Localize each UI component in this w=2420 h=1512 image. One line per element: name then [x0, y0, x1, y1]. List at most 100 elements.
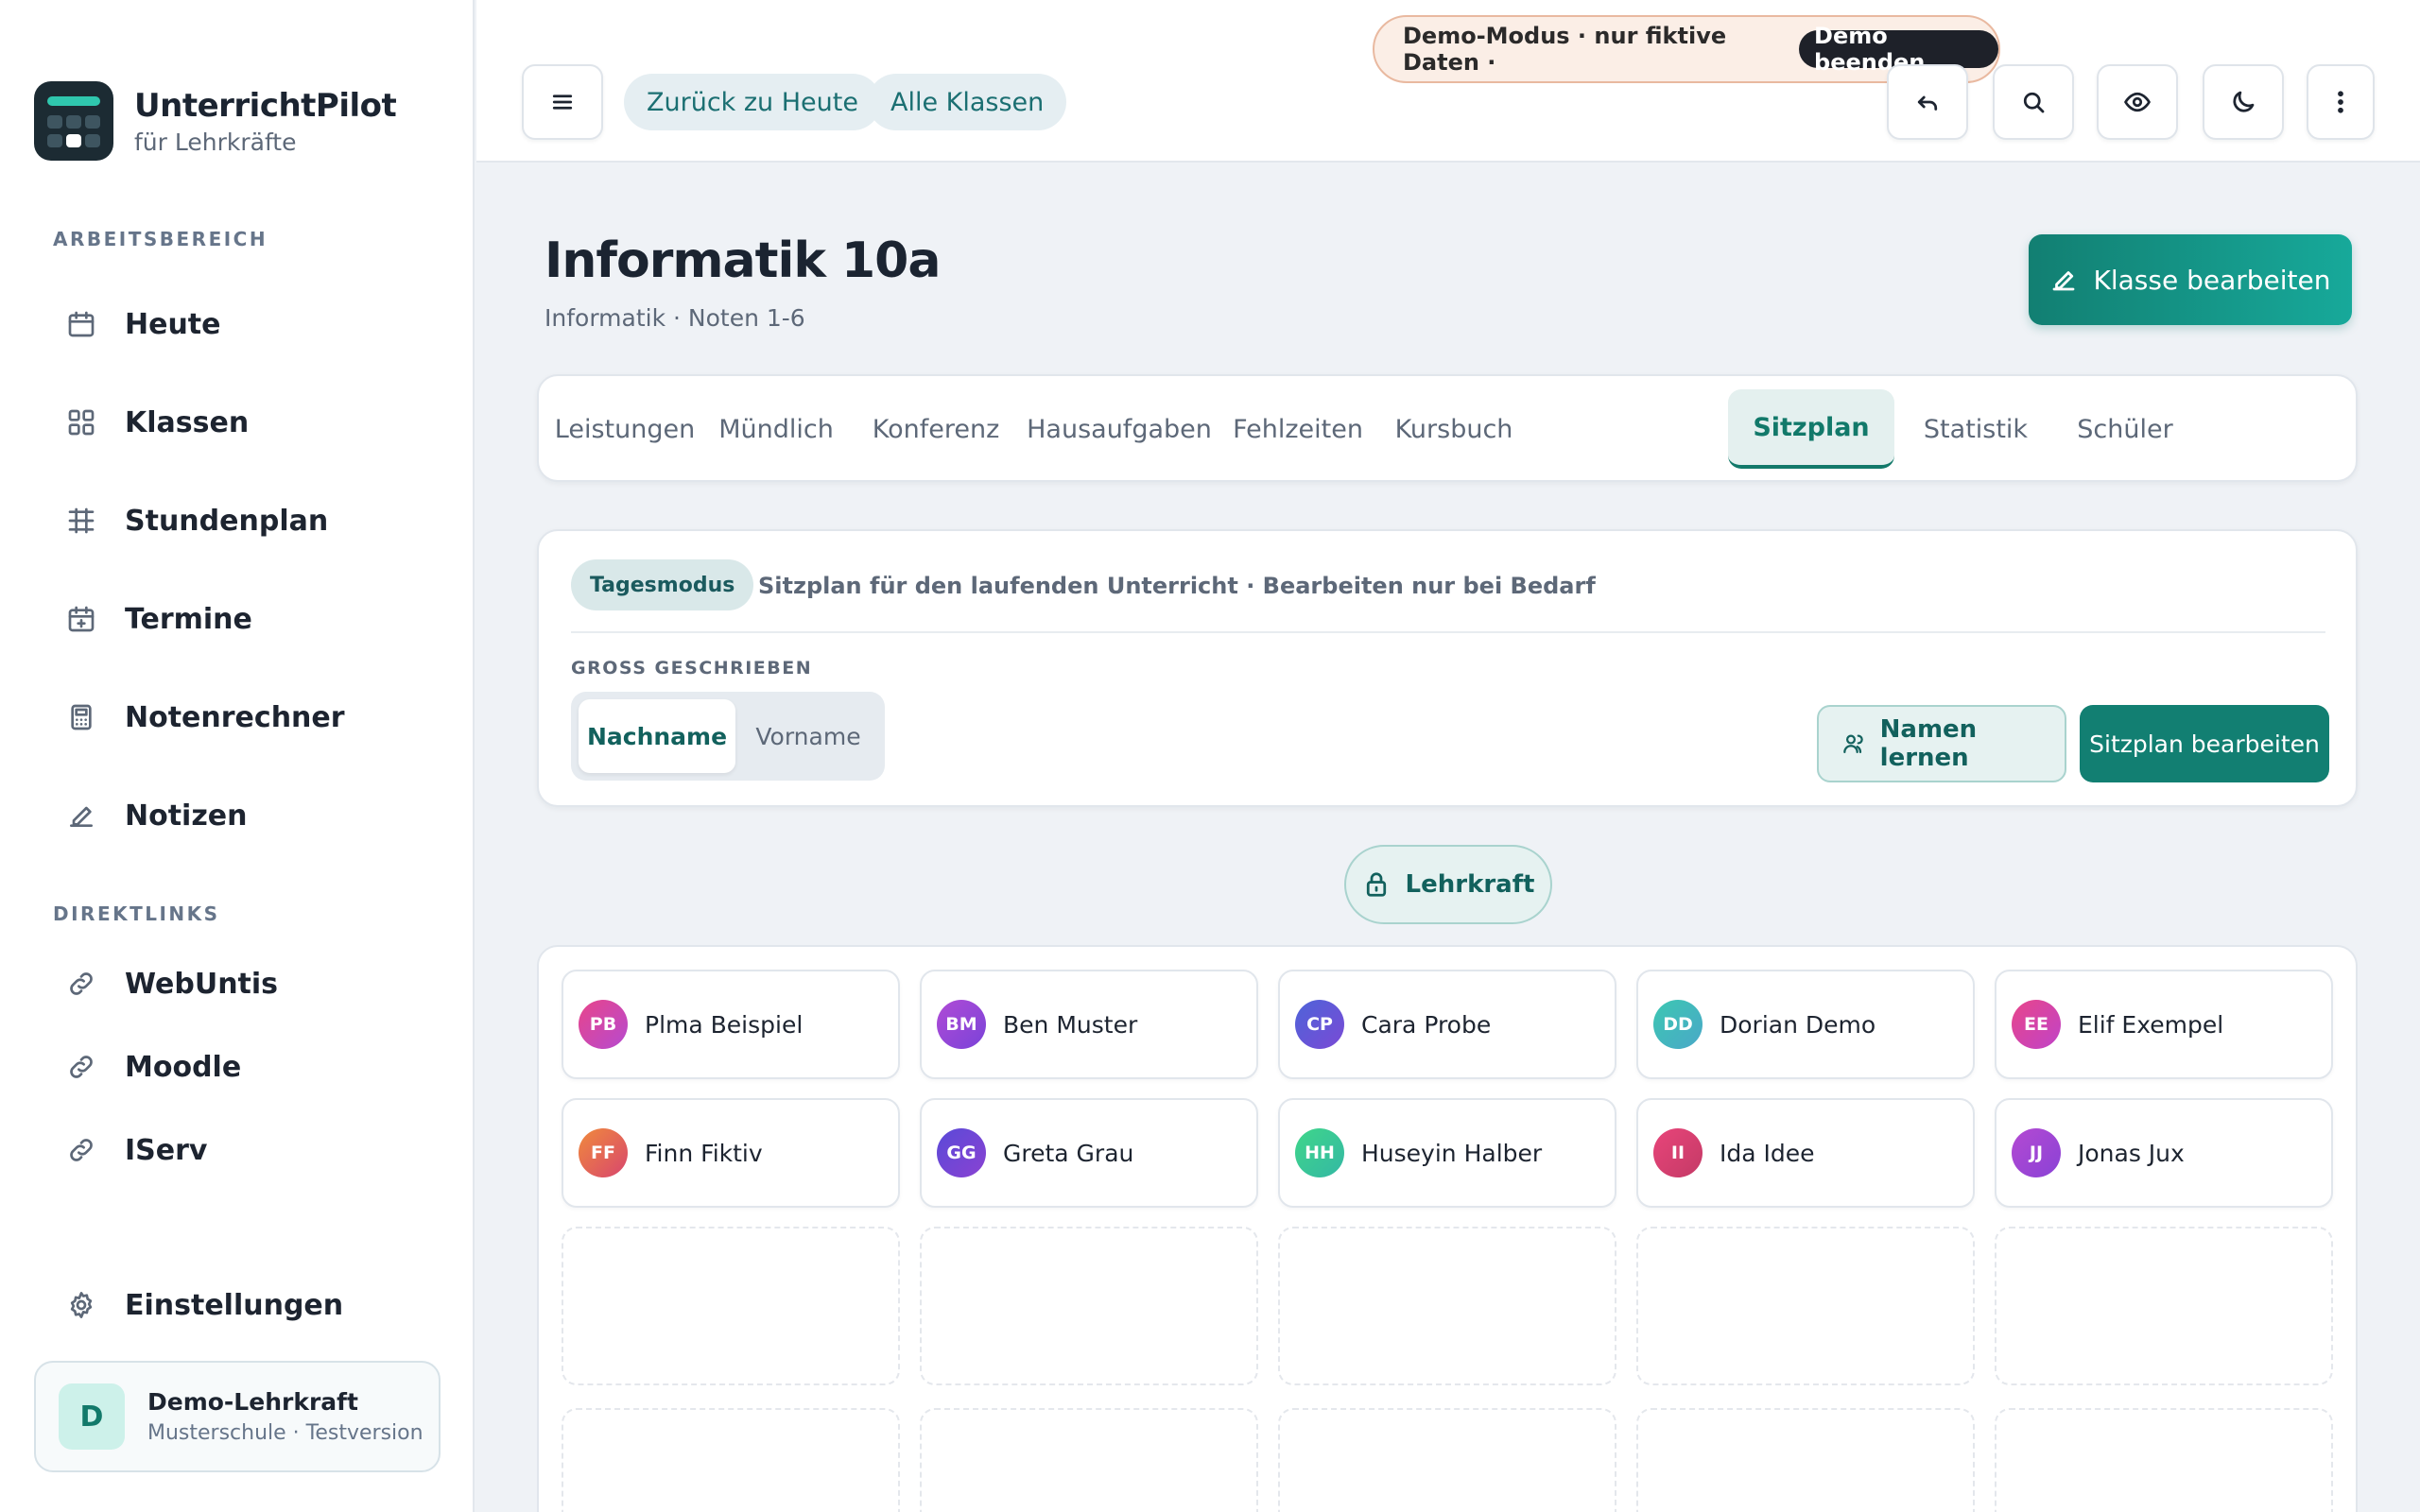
student-name: Ben Muster — [1003, 1010, 1138, 1039]
topbar: Zurück zu Heute Alle Klassen Demo-Modus … — [476, 0, 2420, 163]
empty-seat[interactable] — [1995, 1227, 2333, 1385]
sidebar-item-label: Notizen — [125, 799, 248, 833]
toggle-vorname[interactable]: Vorname — [737, 699, 879, 773]
empty-seat[interactable] — [562, 1408, 900, 1512]
empty-seat[interactable] — [920, 1408, 1258, 1512]
sidebar-item-label: Moodle — [125, 1050, 242, 1084]
more-button[interactable] — [2307, 64, 2375, 140]
sidebar-item-klassen[interactable]: Klassen — [34, 387, 441, 458]
sidebar-item-label: Notenrechner — [125, 700, 345, 734]
mode-description: Sitzplan für den laufenden Unterricht · … — [758, 573, 1596, 599]
sidebar-item-notenrechner[interactable]: Notenrechner — [34, 681, 441, 753]
calculator-icon — [64, 700, 98, 734]
sidebar-item-label: Einstellungen — [125, 1288, 344, 1322]
preview-button[interactable] — [2097, 64, 2178, 140]
sidebar-item-heute[interactable]: Heute — [34, 288, 441, 360]
empty-seat[interactable] — [1636, 1227, 1975, 1385]
empty-seat[interactable] — [1278, 1408, 1616, 1512]
seat-student[interactable]: JJ Jonas Jux — [1995, 1098, 2333, 1208]
sidebar-item-stundenplan[interactable]: Stundenplan — [34, 485, 441, 557]
sidebar-item-moodle[interactable]: Moodle — [34, 1031, 441, 1103]
tab-muendlich[interactable]: Mündlich — [707, 389, 845, 469]
empty-seat[interactable] — [1995, 1408, 2333, 1512]
calendar-plus-icon — [64, 602, 98, 636]
gear-icon — [64, 1288, 98, 1322]
undo-button[interactable] — [1887, 64, 1968, 140]
moon-icon — [2233, 91, 2255, 112]
seat-student[interactable]: BM Ben Muster — [920, 970, 1258, 1079]
student-avatar: CP — [1295, 1000, 1344, 1049]
teacher-desk[interactable]: Lehrkraft — [1344, 845, 1552, 924]
tab-hausaufgaben[interactable]: Hausaufgaben — [1027, 389, 1212, 469]
student-name: Ida Idee — [1720, 1139, 1815, 1167]
seat-student[interactable]: HH Huseyin Halber — [1278, 1098, 1616, 1208]
sidebar-item-label: Klassen — [125, 405, 250, 439]
lock-icon — [1366, 872, 1386, 897]
section-label-links: DIREKTLINKS — [53, 902, 220, 925]
sidebar-item-webuntis[interactable]: WebUntis — [34, 948, 441, 1020]
student-name: Dorian Demo — [1720, 1010, 1876, 1039]
seat-student[interactable]: II Ida Idee — [1636, 1098, 1975, 1208]
user-name: Demo-Lehrkraft — [147, 1388, 358, 1416]
sidebar-item-label: Termine — [125, 602, 252, 636]
seat-student[interactable]: GG Greta Grau — [920, 1098, 1258, 1208]
seating-controls: Tagesmodus Sitzplan für den laufenden Un… — [537, 529, 2358, 807]
sidebar-item-iserv[interactable]: IServ — [34, 1114, 441, 1186]
student-avatar: EE — [2012, 1000, 2061, 1049]
back-to-today-button[interactable]: Zurück zu Heute — [624, 74, 881, 130]
student-avatar: FF — [579, 1128, 628, 1177]
student-name: Finn Fiktiv — [645, 1139, 763, 1167]
seat-student[interactable]: FF Finn Fiktiv — [562, 1098, 900, 1208]
toggle-nachname[interactable]: Nachname — [579, 699, 735, 773]
end-demo-button[interactable]: Demo beenden — [1799, 23, 1998, 76]
tab-kursbuch[interactable]: Kursbuch — [1386, 389, 1522, 469]
tab-bar: Leistungen Mündlich Konferenz Hausaufgab… — [537, 374, 2358, 482]
learn-names-button[interactable]: Namen lernen — [1817, 705, 2066, 782]
student-name: Greta Grau — [1003, 1139, 1134, 1167]
tab-sitzplan[interactable]: Sitzplan — [1728, 389, 1894, 469]
mode-badge: Tagesmodus — [571, 559, 754, 610]
user-subtitle: Musterschule · Testversion — [147, 1421, 424, 1445]
page-subtitle: Informatik · Noten 1-6 — [544, 304, 805, 332]
divider — [571, 631, 2325, 633]
edit-seating-button[interactable]: Sitzplan bearbeiten — [2080, 705, 2329, 782]
empty-seat[interactable] — [920, 1227, 1258, 1385]
empty-seat[interactable] — [1278, 1227, 1616, 1385]
menu-button[interactable] — [522, 64, 603, 140]
student-avatar: BM — [937, 1000, 986, 1049]
tab-leistungen[interactable]: Leistungen — [555, 389, 695, 469]
sidebar-item-termine[interactable]: Termine — [34, 583, 441, 655]
grid-icon — [64, 405, 98, 439]
dark-mode-button[interactable] — [2203, 64, 2284, 140]
tab-schueler[interactable]: Schüler — [2061, 389, 2189, 469]
student-name: Jonas Jux — [2078, 1139, 2185, 1167]
timetable-icon — [64, 504, 98, 538]
sidebar-item-notizen[interactable]: Notizen — [34, 780, 441, 851]
seat-student[interactable]: EE Elif Exempel — [1995, 970, 2333, 1079]
all-classes-button[interactable]: Alle Klassen — [868, 74, 1067, 130]
search-button[interactable] — [1993, 64, 2074, 140]
undo-icon — [1917, 95, 1938, 111]
name-case-toggle: Nachname Vorname — [571, 692, 885, 781]
brand[interactable]: UnterrichtPilot für Lehrkräfte — [34, 81, 397, 161]
seat-student[interactable]: DD Dorian Demo — [1636, 970, 1975, 1079]
brand-name: UnterrichtPilot — [134, 86, 397, 125]
edit-class-button[interactable]: Klasse bearbeiten — [2029, 234, 2352, 325]
users-icon — [1843, 734, 1863, 753]
avatar: D — [59, 1383, 125, 1450]
student-avatar: HH — [1295, 1128, 1344, 1177]
pencil-icon — [2053, 271, 2075, 291]
student-name: Elif Exempel — [2078, 1010, 2224, 1039]
sidebar-item-einstellungen[interactable]: Einstellungen — [34, 1269, 441, 1341]
tab-fehlzeiten[interactable]: Fehlzeiten — [1229, 389, 1367, 469]
tab-konferenz[interactable]: Konferenz — [862, 389, 1010, 469]
empty-seat[interactable] — [562, 1227, 900, 1385]
seat-student[interactable]: CP Cara Probe — [1278, 970, 1616, 1079]
empty-seat[interactable] — [1636, 1408, 1975, 1512]
user-card[interactable]: D Demo-Lehrkraft Musterschule · Testvers… — [34, 1361, 441, 1472]
sidebar-item-label: Stundenplan — [125, 504, 329, 538]
sidebar: UnterrichtPilot für Lehrkräfte ARBEITSBE… — [0, 0, 475, 1512]
seat-student[interactable]: PB Plma Beispiel — [562, 970, 900, 1079]
tab-statistik[interactable]: Statistik — [1911, 389, 2040, 469]
page-title: Informatik 10a — [544, 232, 941, 289]
